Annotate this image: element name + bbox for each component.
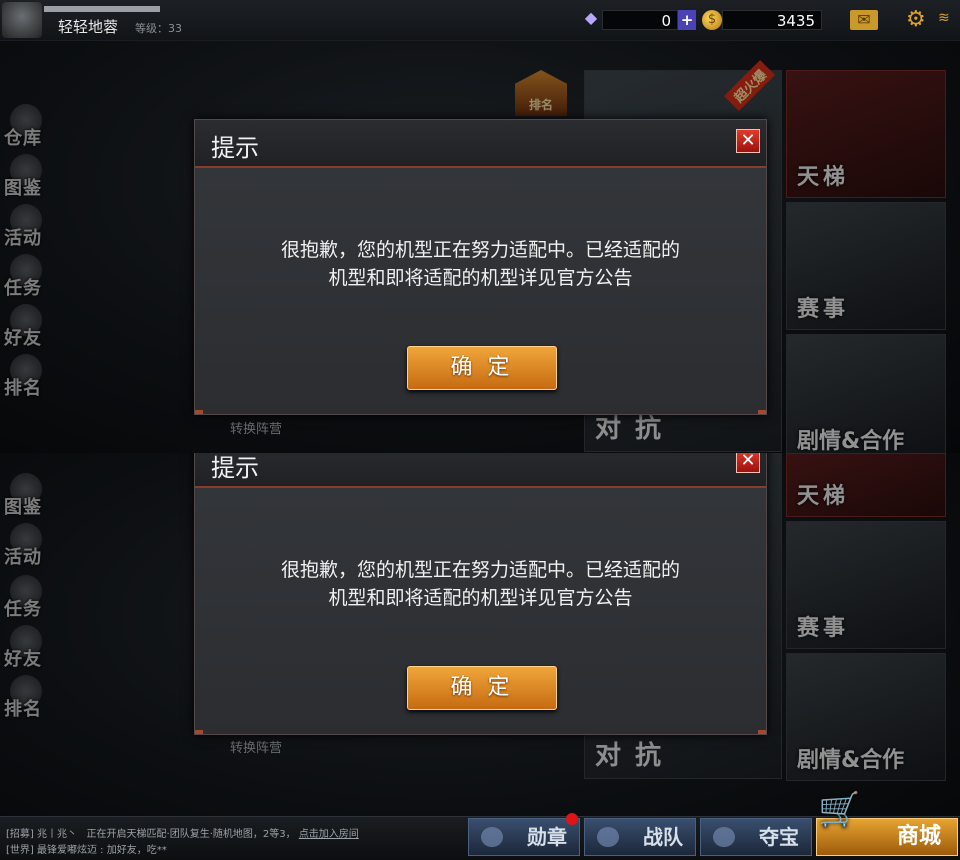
message-line: 很抱歉，您的机型正在努力适配中。已经适配的 [280,559,680,581]
dialog-message: 很抱歉，您的机型正在努力适配中。已经适配的 机型和即将适配的机型详见官方公告 [235,556,726,612]
team-button[interactable]: 战队 [584,818,696,856]
game-screen-bottom: 图鉴 活动 任务 好友 排名 对抗 天梯 赛事 剧情&合作 转换阵营 提示 ✕ … [0,453,960,859]
team-icon [597,827,619,847]
chat-text: 正在开启天梯匹配·团队复生·随机地图，2等3， [86,829,296,840]
chat-line[interactable]: [招募] 兆丨兆丶 正在开启天梯匹配·团队复生·随机地图，2等3， 点击加入房间 [6,825,359,840]
tab-label: 夺宝 [759,825,799,849]
xp-bar [44,6,160,12]
dialog-message: 很抱歉，您的机型正在努力适配中。已经适配的 机型和即将适配的机型详见官方公告 [235,236,726,292]
diamond-count: 0 [602,10,678,30]
avatar[interactable] [2,2,42,38]
chat-line[interactable]: [世界] 最锋爱嘟炫迈 : 加好友，吃** [6,841,167,856]
close-icon[interactable]: ✕ [736,453,760,473]
dialog-title: 提示 [211,134,259,162]
ok-button[interactable]: 确 定 [407,346,557,390]
tab-label: 勋章 [527,825,567,849]
coin-icon: $ [702,10,722,30]
dialog-header: 提示 ✕ [195,120,766,168]
medal-icon [481,827,503,847]
top-bar: 轻轻地蓉 等级：33 ◆ 0 + $ 3435 ✉ ⚙ ≋ [0,0,960,41]
ok-button[interactable]: 确 定 [407,666,557,710]
mail-icon[interactable]: ✉ [850,10,878,30]
notice-dialog: 提示 ✕ 很抱歉，您的机型正在努力适配中。已经适配的 机型和即将适配的机型详见官… [194,453,767,735]
chat-tag: [招募] 兆丨兆丶 [6,829,77,840]
gear-icon[interactable]: ⚙ [906,8,926,32]
player-level: 等级：33 [135,22,182,35]
add-diamond-button[interactable]: + [678,10,696,30]
close-icon[interactable]: ✕ [736,129,760,153]
game-screen-top: 轻轻地蓉 等级：33 ◆ 0 + $ 3435 ✉ ⚙ ≋ 仓库 图鉴 活动 任… [0,0,960,453]
tab-label: 商城 [896,824,941,849]
join-room-link[interactable]: 点击加入房间 [299,829,359,840]
notice-dialog: 提示 ✕ 很抱歉，您的机型正在努力适配中。已经适配的 机型和即将适配的机型详见官… [194,119,767,415]
tab-label: 战队 [643,825,683,849]
treasure-button[interactable]: 夺宝 [700,818,812,856]
message-line: 很抱歉，您的机型正在努力适配中。已经适配的 [280,239,680,261]
medal-button[interactable]: 勋章 [468,818,580,856]
notification-dot [566,813,578,825]
cart-icon: 🛒 [818,790,861,830]
dialog-header: 提示 ✕ [195,453,766,488]
message-line: 机型和即将适配的机型详见官方公告 [328,587,633,609]
player-name: 轻轻地蓉 [58,18,119,36]
diamond-icon: ◆ [584,8,598,27]
coin-count: 3435 [722,10,822,30]
treasure-icon [713,827,735,847]
wifi-icon: ≋ [938,10,950,26]
dialog-title: 提示 [211,454,259,482]
message-line: 机型和即将适配的机型详见官方公告 [328,267,633,289]
